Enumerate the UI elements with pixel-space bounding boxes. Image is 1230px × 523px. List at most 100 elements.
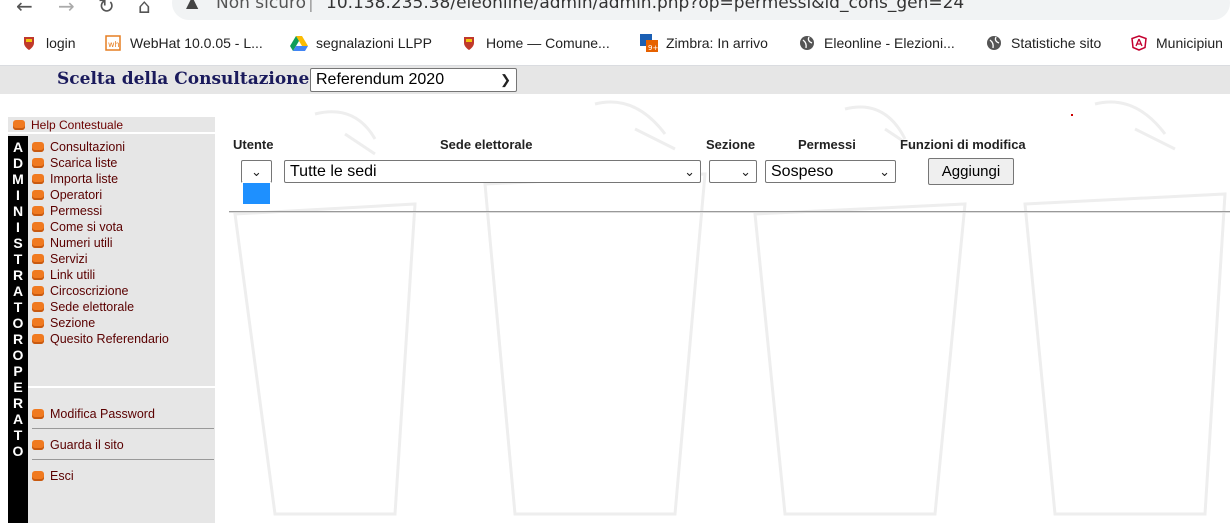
sidebar-item-come-si-vota[interactable]: Come si vota [32, 219, 123, 235]
sidebar-item-circoscrizione[interactable]: Circoscrizione [32, 283, 129, 299]
vertical-letter: I [16, 187, 20, 203]
bookmark-label: WebHat 10.0.05 - L... [130, 35, 263, 51]
consultation-bar: Scelta della Consultazione: Referendum 2… [0, 66, 1230, 94]
sidebar-item-label: Scarica liste [50, 156, 118, 170]
sidebar-item-label: Importa liste [50, 172, 119, 186]
sidebar-item-permessi[interactable]: Permessi [32, 203, 102, 219]
vertical-letter: T [13, 299, 23, 315]
url-separator: | [308, 0, 314, 13]
vertical-letter: T [13, 251, 23, 267]
utente-dropdown-option[interactable] [242, 182, 271, 205]
header-sede: Sede elettorale [440, 137, 533, 152]
sidebar-item-sezione[interactable]: Sezione [32, 315, 95, 331]
aggiungi-button[interactable]: Aggiungi [928, 158, 1014, 185]
help-contestuale[interactable]: Help Contestuale [8, 117, 215, 134]
form-separator [229, 211, 1230, 213]
sede-value: Tutte le sedi [290, 162, 377, 180]
vertical-letter: M [12, 171, 24, 187]
sidebar-item-label: Come si vota [50, 220, 123, 234]
vertical-letter: E [13, 379, 23, 395]
sidebar-item-quesito-referendario[interactable]: Quesito Referendario [32, 331, 169, 347]
utente-select[interactable]: ⌄ [241, 160, 272, 183]
permessi-select[interactable]: Sospeso ⌄ [765, 160, 896, 183]
sidebar-item-numeri-utili[interactable]: Numeri utili [32, 235, 113, 251]
bullet-icon [32, 409, 44, 419]
header-permessi: Permessi [798, 137, 856, 152]
sidebar-item-guarda-il-sito[interactable]: Guarda il sito [32, 437, 124, 453]
bookmark-zimbra[interactable]: 9+ Zimbra: In arrivo [640, 32, 768, 54]
warning-icon[interactable]: ▲ [186, 0, 198, 11]
help-label: Help Contestuale [31, 117, 124, 132]
bookmark-login[interactable]: login [20, 32, 76, 54]
ballot-box-watermark [233, 100, 1227, 516]
bookmark-municipium[interactable]: Municipiun [1130, 32, 1223, 54]
sidebar-item-label: Servizi [50, 252, 88, 266]
sidebar-item-operatori[interactable]: Operatori [32, 187, 102, 203]
consultation-select[interactable]: Referendum 2020 ❯ [310, 68, 517, 92]
sidebar-item-servizi[interactable]: Servizi [32, 251, 88, 267]
sidebar-item-importa-liste[interactable]: Importa liste [32, 171, 118, 187]
home-icon[interactable]: ⌂ [138, 0, 151, 18]
red-dot [1071, 114, 1073, 116]
chevron-down-icon: ❯ [500, 72, 511, 87]
globe-icon [985, 34, 1003, 52]
sidebar-item-label: Operatori [50, 188, 103, 202]
bookmark-label: Statistiche sito [1011, 35, 1102, 51]
forward-icon[interactable]: → [58, 0, 75, 18]
bookmark-webhat[interactable]: wh WebHat 10.0.05 - L... [104, 32, 263, 54]
vertical-letter: T [13, 427, 23, 443]
bullet-icon [32, 206, 44, 216]
bullet-icon [32, 238, 44, 248]
chevron-down-icon: ⌄ [740, 163, 751, 179]
sidebar-item-consultazioni[interactable]: Consultazioni [32, 139, 125, 155]
vertical-letter: A [12, 411, 24, 427]
vertical-letter: R [12, 267, 24, 283]
vertical-letter: O [12, 315, 24, 331]
bullet-icon [32, 334, 44, 344]
sidebar-item-label: Quesito Referendario [50, 332, 169, 346]
bullet-icon [32, 158, 44, 168]
bullet-icon [32, 222, 44, 232]
sidebar-item-label: Permessi [50, 204, 103, 218]
svg-text:9+: 9+ [648, 44, 658, 52]
vertical-letter: R [12, 331, 24, 347]
vertical-letter: P [13, 363, 23, 379]
bookmark-home-comune[interactable]: Home — Comune... [460, 32, 610, 54]
url-text[interactable]: 10.138.235.38/eleonline/admin/admin.php?… [326, 0, 964, 13]
sidebar-item-scarica-liste[interactable]: Scarica liste [32, 155, 117, 171]
sidebar-item-esci[interactable]: Esci [32, 468, 74, 484]
sidebar-item-label: Circoscrizione [50, 284, 129, 298]
bullet-icon [32, 254, 44, 264]
crest-icon [20, 34, 38, 52]
bookmark-label: Home — Comune... [486, 35, 610, 51]
not-secure-label[interactable]: Non sicuro [216, 0, 306, 13]
permessi-value: Sospeso [771, 162, 834, 180]
consultation-selected: Referendum 2020 [316, 71, 445, 88]
sede-select[interactable]: Tutte le sedi ⌄ [284, 160, 701, 183]
vertical-letter: I [16, 219, 20, 235]
sidebar-item-label: Numeri utili [50, 236, 113, 250]
sidebar-item-sede-elettorale[interactable]: Sede elettorale [32, 299, 134, 315]
vertical-letter: A [12, 283, 24, 299]
bookmark-eleonline[interactable]: Eleonline - Elezioni... [798, 32, 955, 54]
sidebar-item-modifica-password[interactable]: Modifica Password [32, 406, 155, 422]
chevron-down-icon: ⌄ [879, 163, 890, 179]
back-icon[interactable]: ← [16, 0, 33, 18]
sidebar-item-link-utili[interactable]: Link utili [32, 267, 95, 283]
sidebar-item-label: Consultazioni [50, 140, 126, 154]
crest-icon [460, 34, 478, 52]
sezione-select[interactable]: ⌄ [709, 160, 757, 183]
header-utente: Utente [233, 137, 274, 152]
reload-icon[interactable]: ↻ [98, 0, 115, 18]
vertical-letter: O [12, 347, 24, 363]
bookmark-statistiche[interactable]: Statistiche sito [985, 32, 1101, 54]
svg-text:wh: wh [108, 40, 120, 49]
chevron-down-icon: ⌄ [684, 163, 695, 179]
header-funzioni: Funzioni di modifica [900, 137, 1026, 152]
bookmark-segnalazioni[interactable]: segnalazioni LLPP [290, 32, 432, 54]
drive-icon [290, 34, 308, 52]
bullet-icon [13, 119, 25, 130]
vertical-letter: N [12, 203, 24, 219]
sidebar-item-label: Sezione [50, 316, 96, 330]
vertical-letter: O [12, 443, 24, 459]
